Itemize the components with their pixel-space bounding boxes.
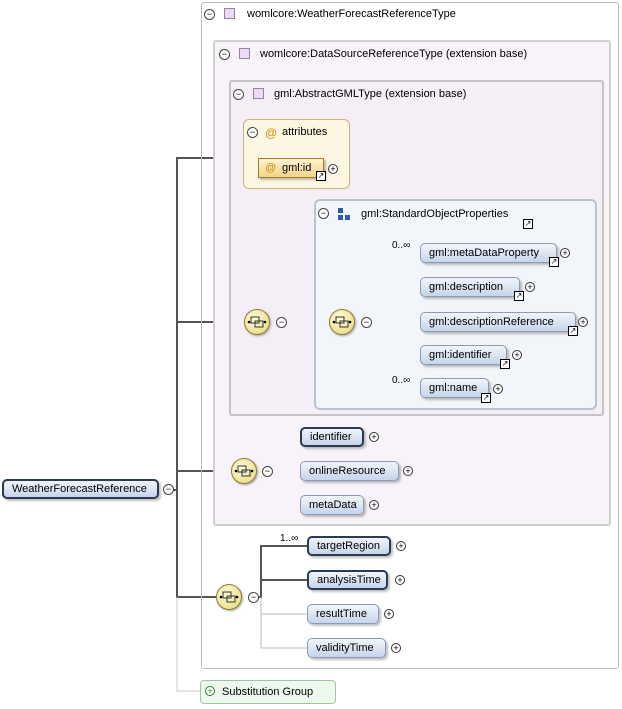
complex-type-icon bbox=[253, 88, 264, 99]
expand-icon[interactable]: + bbox=[512, 350, 522, 360]
expand-icon[interactable]: + bbox=[403, 466, 413, 476]
element-gml-description[interactable]: gml:description bbox=[420, 277, 520, 297]
root-element-weatherforecastreference[interactable]: WeatherForecastReference bbox=[2, 479, 159, 499]
sequence-compositor-icon[interactable] bbox=[244, 309, 270, 335]
element-gml-descriptionreference[interactable]: gml:descriptionReference bbox=[420, 312, 576, 332]
element-label: gml:name bbox=[429, 382, 478, 394]
expand-icon[interactable]: + bbox=[395, 575, 405, 585]
expand-icon[interactable]: + bbox=[391, 643, 401, 653]
element-gml-metadataproperty[interactable]: gml:metaDataProperty bbox=[420, 243, 557, 263]
expand-icon[interactable]: + bbox=[369, 500, 379, 510]
attribute-at-icon: @ bbox=[265, 162, 277, 174]
datasource-base-collapse-toggle[interactable]: − bbox=[219, 49, 230, 60]
occurrence-label: 0..∞ bbox=[392, 375, 411, 386]
element-label: onlineResource bbox=[309, 465, 386, 477]
element-label: gml:metaDataProperty bbox=[429, 247, 540, 259]
std-props-collapse-toggle[interactable]: − bbox=[318, 208, 329, 219]
expand-icon[interactable]: + bbox=[578, 317, 588, 327]
link-icon[interactable]: ↗ bbox=[316, 171, 326, 181]
element-metadata[interactable]: metaData bbox=[300, 495, 364, 515]
expand-icon[interactable]: + bbox=[493, 384, 503, 394]
element-label: identifier bbox=[310, 431, 352, 443]
element-label: gml:identifier bbox=[429, 349, 492, 361]
expand-icon[interactable]: + bbox=[328, 164, 338, 174]
complex-type-icon bbox=[224, 8, 235, 19]
element-label: resultTime bbox=[316, 608, 367, 620]
attributes-collapse-toggle[interactable]: − bbox=[247, 127, 258, 138]
substitution-group-label: Substitution Group bbox=[222, 686, 314, 698]
element-label: gml:descriptionReference bbox=[429, 316, 554, 328]
element-targetregion[interactable]: targetRegion bbox=[307, 536, 391, 556]
element-gml-name[interactable]: gml:name bbox=[420, 378, 489, 398]
root-collapse-toggle[interactable]: − bbox=[163, 484, 174, 495]
attribute-at-icon: @ bbox=[265, 126, 278, 140]
expand-icon[interactable]: + bbox=[560, 248, 570, 258]
expand-icon[interactable]: + bbox=[369, 432, 379, 442]
link-icon[interactable]: ↗ bbox=[481, 393, 491, 403]
occurrence-label: 1..∞ bbox=[280, 533, 299, 544]
sequence-compositor-icon[interactable] bbox=[329, 309, 355, 335]
link-icon[interactable]: ↗ bbox=[500, 359, 510, 369]
collapse-toggle[interactable]: − bbox=[248, 592, 259, 603]
sequence-compositor-icon[interactable] bbox=[216, 584, 242, 610]
link-icon[interactable]: ↗ bbox=[568, 326, 578, 336]
expand-icon[interactable]: + bbox=[525, 282, 535, 292]
group-icon bbox=[338, 208, 350, 220]
element-label: validityTime bbox=[316, 642, 374, 654]
collapse-toggle[interactable]: − bbox=[276, 317, 287, 328]
element-gml-identifier[interactable]: gml:identifier bbox=[420, 345, 507, 365]
datasource-base-title: womlcore:DataSourceReferenceType (extens… bbox=[260, 48, 528, 60]
element-resulttime[interactable]: resultTime bbox=[307, 604, 379, 624]
sequence-compositor-icon[interactable] bbox=[231, 458, 257, 484]
attributes-label: attributes bbox=[282, 126, 328, 138]
link-icon[interactable]: ↗ bbox=[523, 219, 533, 229]
element-identifier[interactable]: identifier bbox=[300, 427, 364, 447]
element-onlineresource[interactable]: onlineResource bbox=[300, 461, 399, 481]
link-icon[interactable]: ↗ bbox=[549, 257, 559, 267]
gml-base-collapse-toggle[interactable]: − bbox=[233, 89, 244, 100]
element-label: analysisTime bbox=[317, 574, 381, 586]
complex-type-icon bbox=[239, 48, 250, 59]
occurrence-label: 0..∞ bbox=[392, 240, 411, 251]
element-validitytime[interactable]: validityTime bbox=[307, 638, 386, 658]
element-label: gml:description bbox=[429, 281, 503, 293]
std-props-title: gml:StandardObjectProperties bbox=[361, 208, 509, 220]
link-icon[interactable]: ↗ bbox=[514, 291, 524, 301]
root-element-label: WeatherForecastReference bbox=[12, 483, 147, 495]
gml-id-label: gml:id bbox=[282, 162, 312, 174]
collapse-toggle[interactable]: − bbox=[361, 317, 372, 328]
expand-icon[interactable]: + bbox=[205, 686, 215, 696]
outer-type-collapse-toggle[interactable]: − bbox=[204, 9, 215, 20]
element-label: metaData bbox=[309, 499, 357, 511]
expand-icon[interactable]: + bbox=[384, 609, 394, 619]
expand-icon[interactable]: + bbox=[396, 541, 406, 551]
collapse-toggle[interactable]: − bbox=[262, 466, 273, 477]
element-label: targetRegion bbox=[317, 540, 380, 552]
element-analysistime[interactable]: analysisTime bbox=[307, 570, 388, 590]
outer-type-title: womlcore:WeatherForecastReferenceType bbox=[247, 8, 456, 20]
gml-base-title: gml:AbstractGMLType (extension base) bbox=[274, 88, 467, 100]
